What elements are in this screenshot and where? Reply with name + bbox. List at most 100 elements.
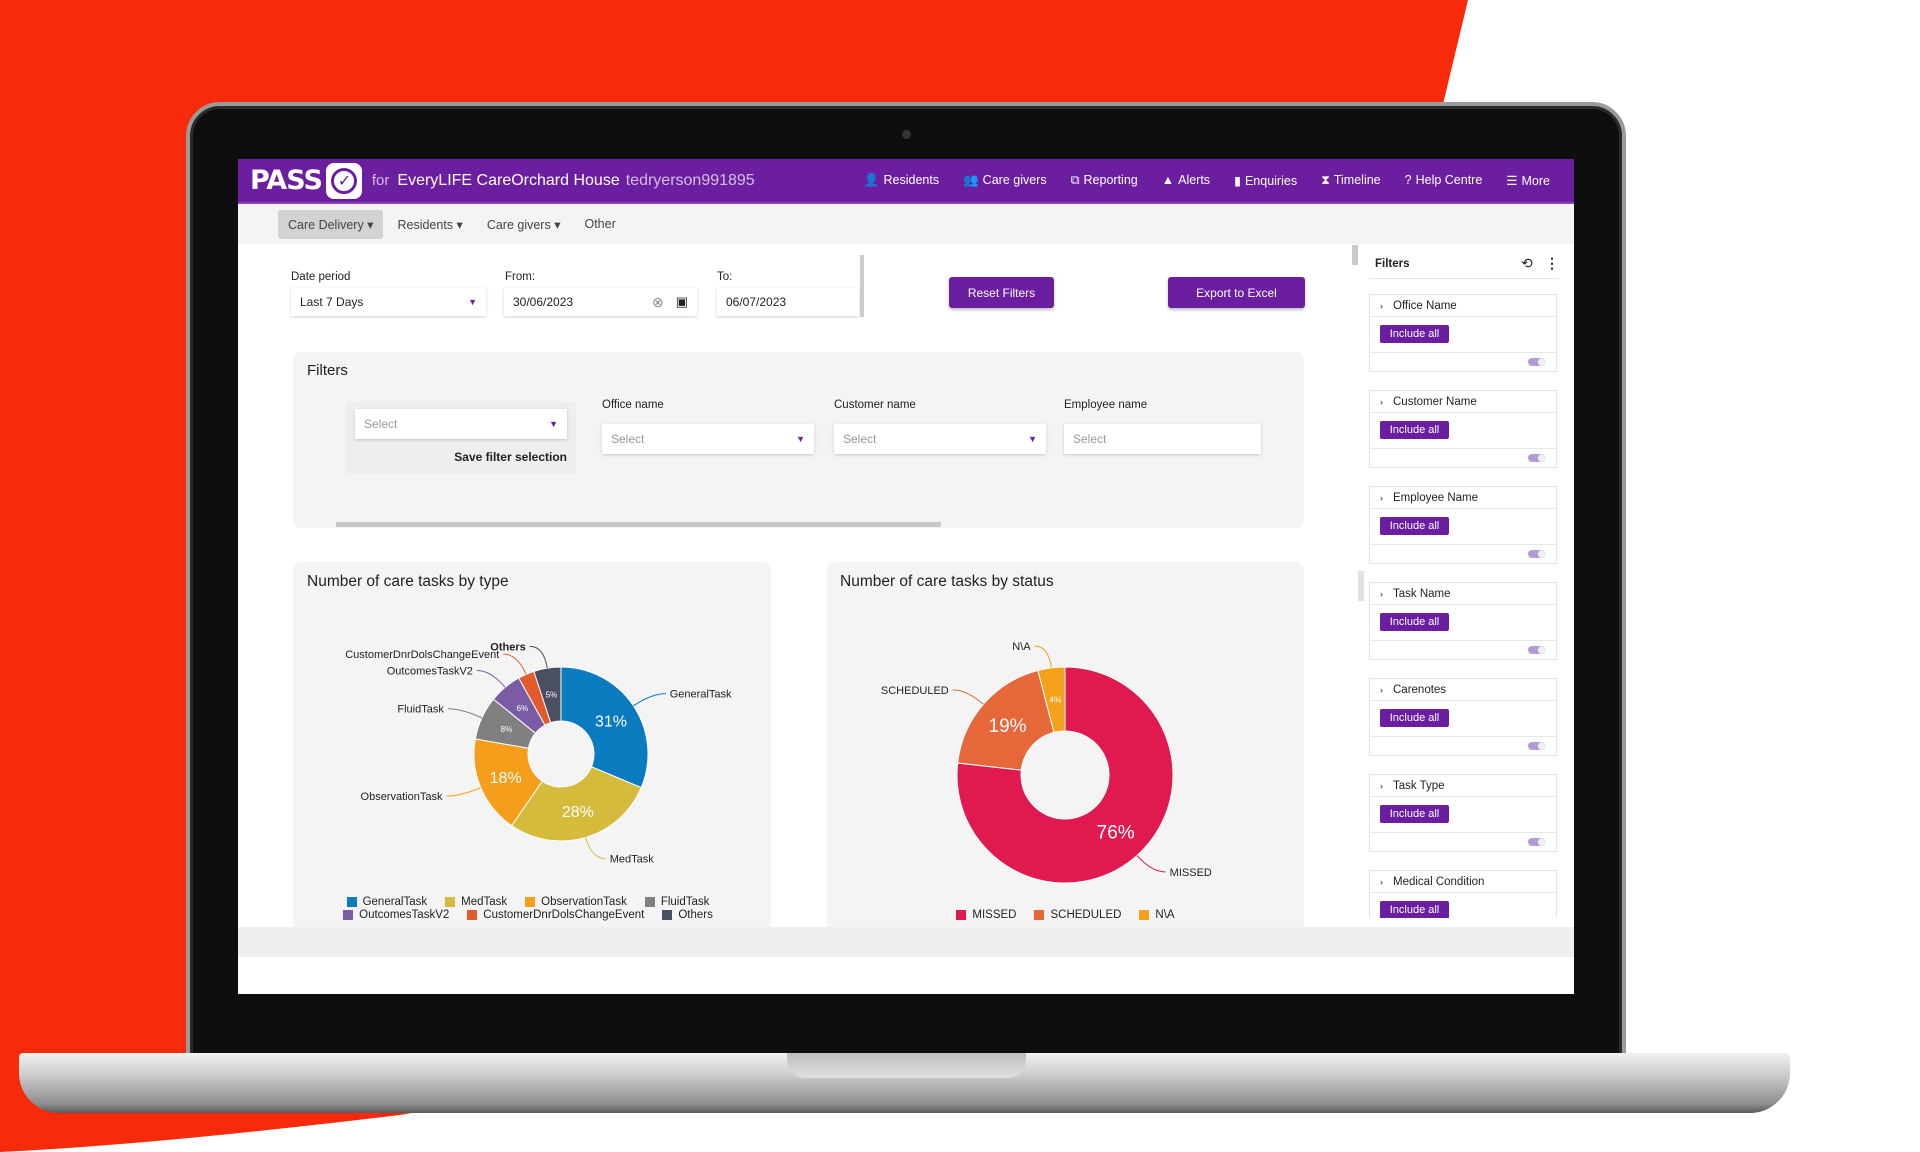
pass-logo[interactable]: PASS ✓ <box>250 162 362 199</box>
legend-item[interactable]: Others <box>662 909 713 921</box>
saved-filter-select[interactable]: Select ▼ <box>355 409 567 439</box>
filter-section: › Task Type Include all <box>1369 774 1557 852</box>
slice-name-label: SCHEDULED <box>881 685 949 697</box>
calendar-icon[interactable]: ▣ <box>676 294 688 310</box>
subnav-tab[interactable]: Care Delivery ▾ <box>278 209 384 239</box>
date-period-select[interactable]: Last 7 Days ▼ <box>291 288 486 316</box>
slice-data-label: 18% <box>490 770 522 787</box>
export-excel-button[interactable]: Export to Excel <box>1168 277 1305 308</box>
toggle[interactable] <box>1528 550 1546 558</box>
leader-line <box>1136 855 1166 873</box>
toggle[interactable] <box>1528 838 1546 846</box>
tasks-by-type-chart: 31% GeneralTask 28% MedTask 18% ObservationTa… <box>345 641 732 865</box>
caret-down-icon: ▼ <box>549 419 558 429</box>
include-all-button[interactable]: Include all <box>1380 613 1449 631</box>
sub-nav: Care Delivery ▾ Residents ▾ Care givers ▾ O… <box>238 204 1574 244</box>
nav-alerts[interactable]: ▲ Alerts <box>1162 173 1210 188</box>
refresh-icon[interactable]: ⟲ <box>1521 255 1533 272</box>
toggle[interactable] <box>1528 742 1546 750</box>
nav-help-centre[interactable]: ? Help Centre <box>1405 173 1483 188</box>
panel-collapse-handle[interactable] <box>1358 571 1364 601</box>
scrollbar[interactable] <box>1352 245 1358 265</box>
filter-section-header[interactable]: › Customer Name <box>1370 391 1556 413</box>
slice-name-label: MISSED <box>1170 867 1212 879</box>
include-all-button[interactable]: Include all <box>1380 421 1449 439</box>
clear-icon[interactable]: ⊗ <box>652 294 664 311</box>
nav-more[interactable]: ☰ More <box>1506 173 1550 188</box>
hourglass-icon: ⧗ <box>1321 173 1330 187</box>
legend-item[interactable]: ObservationTask <box>525 896 627 908</box>
filter-section-header[interactable]: › Task Name <box>1370 583 1556 605</box>
office-name-select[interactable]: Select ▼ <box>602 424 814 454</box>
legend-item[interactable]: CustomerDnrDolsChangeEvent <box>467 909 644 921</box>
include-all-button[interactable]: Include all <box>1380 901 1449 918</box>
include-all-button[interactable]: Include all <box>1380 805 1449 823</box>
legend-item[interactable]: FluidTask <box>644 896 709 908</box>
chart-legend: MISSED SCHEDULED N\A <box>827 909 1304 921</box>
legend-item[interactable]: GeneralTask <box>346 896 427 908</box>
toggle[interactable] <box>1528 358 1546 366</box>
scrollbar[interactable] <box>860 255 864 317</box>
toggle[interactable] <box>1528 454 1546 462</box>
nav-timeline[interactable]: ⧗ Timeline <box>1321 173 1381 188</box>
office-name-label: Office name <box>602 399 664 411</box>
filter-section-header[interactable]: › Task Type <box>1370 775 1556 797</box>
legend-swatch <box>445 897 456 907</box>
filter-section-header[interactable]: › Carenotes <box>1370 679 1556 701</box>
filter-section: › Customer Name Include all <box>1369 390 1557 468</box>
from-date-input[interactable]: 30/06/2023 ⊗ ▣ <box>504 288 697 316</box>
legend-swatch <box>1139 910 1150 920</box>
slice-data-label: 8% <box>501 725 513 734</box>
legend-item[interactable]: MISSED <box>956 909 1016 921</box>
chart-legend: GeneralTask MedTask ObservationTask FluidTa… <box>318 896 738 921</box>
nav-care-givers[interactable]: 👥 Care givers <box>963 173 1047 188</box>
legend-swatch <box>467 910 478 920</box>
to-date-input[interactable]: 06/07/2023 <box>717 288 859 316</box>
save-filter-selection-link[interactable]: Save filter selection <box>355 450 567 464</box>
filter-section-header[interactable]: › Medical Condition <box>1370 871 1556 893</box>
reset-filters-button[interactable]: Reset Filters <box>949 277 1054 308</box>
chevron-right-icon: › <box>1380 780 1383 791</box>
employee-name-select[interactable]: Select <box>1064 424 1261 454</box>
customer-name-select[interactable]: Select ▼ <box>834 424 1046 454</box>
legend-swatch <box>343 910 354 920</box>
nav-enquiries[interactable]: ▮ Enquiries <box>1234 173 1297 188</box>
nav-residents[interactable]: 👤 Residents <box>864 173 939 188</box>
include-all-button[interactable]: Include all <box>1380 709 1449 727</box>
username: tedryerson991895 <box>625 171 755 189</box>
filters-side-panel: Filters ⟲ ⋮ › Office Name Include all › Cust… <box>1365 248 1563 918</box>
chart-title: Number of care tasks by type <box>307 573 509 590</box>
leader-line <box>529 645 548 669</box>
slice-name-label: Others <box>490 641 525 653</box>
from-label: From: <box>505 271 536 283</box>
leader-line <box>476 670 506 688</box>
chevron-right-icon: › <box>1380 876 1383 887</box>
toggle[interactable] <box>1528 646 1546 654</box>
laptop-notch <box>787 1053 1026 1078</box>
subnav-tab[interactable]: Residents ▾ <box>387 210 472 239</box>
subnav-tab[interactable]: Care givers ▾ <box>477 210 571 239</box>
include-all-button[interactable]: Include all <box>1380 325 1449 343</box>
legend-item[interactable]: MedTask <box>445 896 507 908</box>
top-nav: PASS ✓ for EveryLIFE CareOrchard House te… <box>238 159 1574 204</box>
site-name: EveryLIFE CareOrchard House <box>397 171 620 189</box>
filter-section-header[interactable]: › Employee Name <box>1370 487 1556 509</box>
legend-swatch <box>346 897 357 907</box>
legend-item[interactable]: SCHEDULED <box>1034 909 1121 921</box>
footer-strip <box>238 927 1574 957</box>
leader-line <box>952 689 984 705</box>
chevron-right-icon: › <box>1380 492 1383 503</box>
legend-swatch <box>662 910 673 920</box>
tasks-by-status-chart: 76% MISSED 19% SCHEDULED 4% N\A <box>881 641 1212 884</box>
legend-swatch <box>1034 910 1045 920</box>
nav-reporting[interactable]: ⧉ Reporting <box>1071 173 1138 188</box>
menu-icon: ☰ <box>1506 174 1518 188</box>
legend-item[interactable]: OutcomesTaskV2 <box>343 909 449 921</box>
legend-item[interactable]: N\A <box>1139 909 1175 921</box>
include-all-button[interactable]: Include all <box>1380 517 1449 535</box>
filter-section-header[interactable]: › Office Name <box>1370 295 1556 317</box>
subnav-tab[interactable]: Other <box>574 210 625 238</box>
more-vertical-icon[interactable]: ⋮ <box>1545 255 1559 272</box>
slice-name-label: GeneralTask <box>670 689 732 701</box>
horizontal-scrollbar[interactable] <box>336 522 941 527</box>
